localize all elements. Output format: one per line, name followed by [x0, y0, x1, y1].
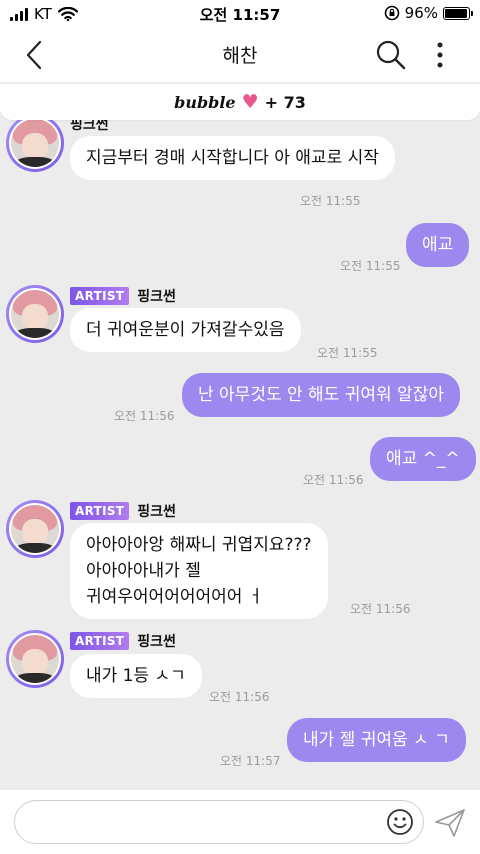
- chat-title: 해찬: [222, 45, 258, 67]
- message-bubble-outgoing[interactable]: 애교 ^_^: [370, 437, 476, 481]
- message-time: 오전 11:56: [114, 409, 175, 423]
- status-bar: KT 오전 11:57 96%: [0, 0, 480, 28]
- chevron-left-icon: [26, 40, 42, 70]
- bubble-logo: bubble: [174, 92, 236, 112]
- message-time: 오전 11:55: [317, 346, 378, 360]
- message-time: 오전 11:56: [209, 690, 270, 704]
- message-bubble-outgoing[interactable]: 내가 젤 귀여움 ㅅ ㄱ: [287, 718, 466, 762]
- search-icon: [376, 40, 406, 70]
- chat-area[interactable]: bubble ♥ + 73 핑크썬 지금부터 경매 시작합니다 아 애교로 시작…: [0, 82, 480, 790]
- message-time: 오전 11:56: [303, 473, 364, 487]
- status-right: 96%: [384, 4, 473, 22]
- bubble-subscription-bar[interactable]: bubble ♥ + 73: [0, 84, 480, 120]
- message-time: 오전 11:56: [350, 602, 411, 616]
- sender-name: 핑크썬: [137, 289, 176, 305]
- artist-badge: ARTIST: [70, 632, 130, 650]
- message-time: 오전 11:57: [220, 754, 281, 768]
- sender-row: ARTIST 핑크썬: [70, 501, 176, 521]
- bubble-count: + 73: [264, 92, 306, 112]
- avatar[interactable]: [6, 114, 64, 172]
- chat-header: 해찬: [0, 28, 480, 82]
- message-bubble-incoming[interactable]: 더 귀여운분이 가져갈수있음: [70, 308, 301, 352]
- more-options-button[interactable]: [428, 38, 452, 72]
- message-input-bar: [0, 790, 480, 854]
- sender-name: 핑크썬: [137, 634, 176, 650]
- message-bubble-incoming[interactable]: 내가 1등 ㅅㄱ: [70, 654, 202, 698]
- heart-icon: ♥: [241, 90, 259, 113]
- message-bubble-incoming[interactable]: 지금부터 경매 시작합니다 아 애교로 시작: [70, 136, 395, 180]
- emoji-button[interactable]: [386, 808, 414, 836]
- avatar[interactable]: [6, 285, 64, 343]
- rotation-lock-icon: [384, 5, 399, 21]
- message-bubble-outgoing[interactable]: 애교: [406, 223, 470, 267]
- more-vertical-icon: [437, 42, 443, 68]
- message-bubble-outgoing[interactable]: 난 아무것도 안 해도 귀여워 알잖아: [182, 373, 460, 417]
- message-time: 오전 11:55: [300, 194, 361, 208]
- send-button[interactable]: [434, 808, 466, 838]
- artist-badge: ARTIST: [70, 287, 130, 305]
- paper-plane-icon: [435, 809, 465, 837]
- message-input[interactable]: [14, 800, 424, 844]
- battery-percent: 96%: [404, 4, 438, 22]
- message-time: 오전 11:55: [340, 259, 401, 273]
- search-button[interactable]: [374, 38, 408, 72]
- sender-row: ARTIST 핑크썬: [70, 631, 176, 651]
- message-bubble-incoming[interactable]: 아아아아앙 해짜니 귀엽지요??? 아아아아내가 젤 귀여우어어어어어어어 ㅓ: [70, 523, 328, 619]
- sender-name: 핑크썬: [137, 504, 176, 520]
- battery-fill: [445, 8, 468, 18]
- battery-icon: [443, 6, 473, 20]
- avatar[interactable]: [6, 630, 64, 688]
- back-button[interactable]: [18, 38, 52, 72]
- avatar[interactable]: [6, 500, 64, 558]
- smiley-icon: [387, 809, 413, 835]
- artist-badge: ARTIST: [70, 502, 130, 520]
- sender-row: ARTIST 핑크썬: [70, 286, 176, 306]
